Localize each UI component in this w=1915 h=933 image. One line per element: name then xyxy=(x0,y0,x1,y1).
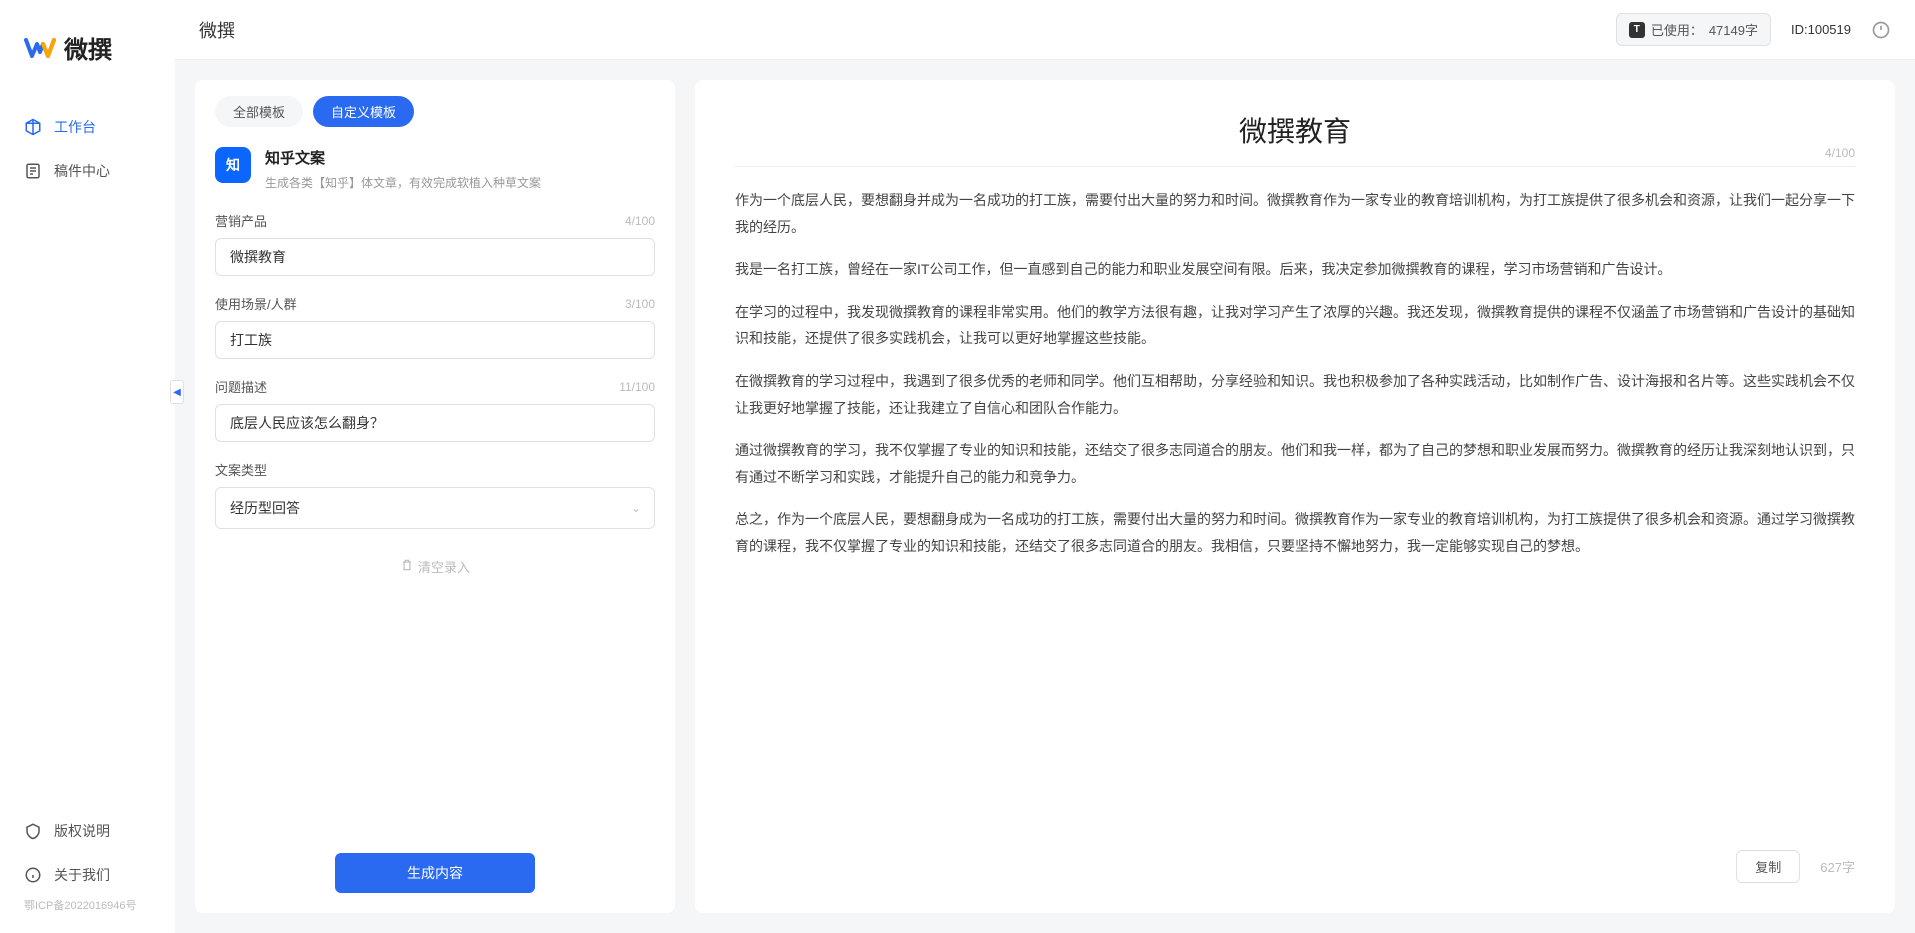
tab-custom-templates[interactable]: 自定义模板 xyxy=(313,96,414,127)
template-title: 知乎文案 xyxy=(265,147,541,168)
field-label: 营销产品 xyxy=(215,211,267,230)
form-panel: 全部模板 自定义模板 知 知乎文案 生成各类【知乎】体文章，有效完成软植入种草文… xyxy=(195,80,675,913)
generate-row: 生成内容 xyxy=(195,833,675,913)
output-footer: 复制 627字 xyxy=(735,834,1855,883)
output-paragraph: 通过微撰教育的学习，我不仅掌握了专业的知识和技能，还结交了很多志同道合的朋友。他… xyxy=(735,437,1855,490)
field-label: 文案类型 xyxy=(215,460,267,479)
doc-icon xyxy=(24,162,42,180)
page-title: 微撰 xyxy=(199,17,235,43)
output-body: 作为一个底层人民，要想翻身并成为一名成功的打工族，需要付出大量的努力和时间。微撰… xyxy=(735,187,1855,834)
char-count: 3/100 xyxy=(625,297,655,311)
product-input[interactable] xyxy=(215,238,655,276)
scene-input[interactable] xyxy=(215,321,655,359)
usage-badge[interactable]: T 已使用： 47149字 xyxy=(1616,13,1771,46)
sidebar-bottom: 版权说明 关于我们 鄂ICP备2022016946号 xyxy=(0,809,175,933)
info-icon xyxy=(24,866,42,884)
template-header: 知 知乎文案 生成各类【知乎】体文章，有效完成软植入种草文案 xyxy=(195,127,675,211)
cube-icon xyxy=(24,118,42,136)
top-bar: 微撰 T 已使用： 47149字 ID:100519 xyxy=(175,0,1915,60)
output-paragraph: 在微撰教育的学习过程中，我遇到了很多优秀的老师和同学。他们互相帮助，分享经验和知… xyxy=(735,368,1855,421)
nav-item-label: 关于我们 xyxy=(54,865,110,885)
output-title-row: 微撰教育 4/100 xyxy=(735,110,1855,167)
shield-icon xyxy=(24,822,42,840)
field-label: 问题描述 xyxy=(215,377,267,396)
output-title-count: 4/100 xyxy=(1825,146,1855,160)
sidebar: 微撰 工作台 稿件中心 版权说明 xyxy=(0,0,175,933)
nav-item-label: 工作台 xyxy=(54,117,96,137)
logo-text: 微撰 xyxy=(64,30,112,65)
nav-item-label: 稿件中心 xyxy=(54,161,110,181)
content-grid: 全部模板 自定义模板 知 知乎文案 生成各类【知乎】体文章，有效完成软植入种草文… xyxy=(175,60,1915,933)
logo[interactable]: 微撰 xyxy=(0,30,175,105)
sidebar-collapse[interactable]: ◀ xyxy=(170,380,184,404)
copy-button[interactable]: 复制 xyxy=(1736,850,1800,883)
word-count: 627字 xyxy=(1820,857,1855,876)
field-type: 文案类型 经历型回答 ⌄ xyxy=(215,460,655,529)
usage-value: 47149字 xyxy=(1709,20,1758,39)
clear-input-link[interactable]: 清空录入 xyxy=(215,547,655,586)
tabs: 全部模板 自定义模板 xyxy=(195,80,675,127)
icp-text: 鄂ICP备2022016946号 xyxy=(0,897,175,913)
field-scene: 使用场景/人群 3/100 xyxy=(215,294,655,359)
output-paragraph: 总之，作为一个底层人民，要想翻身成为一名成功的打工族，需要付出大量的努力和时间。… xyxy=(735,506,1855,559)
form-area: 营销产品 4/100 使用场景/人群 3/100 xyxy=(195,211,675,833)
output-paragraph: 我是一名打工族，曾经在一家IT公司工作，但一直感到自己的能力和职业发展空间有限。… xyxy=(735,256,1855,283)
char-count: 11/100 xyxy=(619,380,655,394)
output-title: 微撰教育 xyxy=(735,110,1855,150)
template-desc: 生成各类【知乎】体文章，有效完成软植入种草文案 xyxy=(265,174,541,191)
zhihu-icon: 知 xyxy=(215,147,251,183)
output-paragraph: 在学习的过程中，我发现微撰教育的课程非常实用。他们的教学方法很有趣，让我对学习产… xyxy=(735,299,1855,352)
output-paragraph: 作为一个底层人民，要想翻身并成为一名成功的打工族，需要付出大量的努力和时间。微撰… xyxy=(735,187,1855,240)
type-select[interactable]: 经历型回答 xyxy=(215,487,655,529)
nav-item-copyright[interactable]: 版权说明 xyxy=(0,809,175,853)
field-label: 使用场景/人群 xyxy=(215,294,297,313)
logo-icon xyxy=(24,32,56,64)
field-problem: 问题描述 11/100 xyxy=(215,377,655,442)
output-panel: 微撰教育 4/100 作为一个底层人民，要想翻身并成为一名成功的打工族，需要付出… xyxy=(695,80,1895,913)
nav-item-label: 版权说明 xyxy=(54,821,110,841)
problem-input[interactable] xyxy=(215,404,655,442)
usage-label: 已使用： xyxy=(1651,20,1703,39)
power-icon[interactable] xyxy=(1871,20,1891,40)
nav-item-about[interactable]: 关于我们 xyxy=(0,853,175,897)
nav-item-workbench[interactable]: 工作台 xyxy=(0,105,175,149)
user-id: ID:100519 xyxy=(1791,22,1851,37)
field-product: 营销产品 4/100 xyxy=(215,211,655,276)
generate-button[interactable]: 生成内容 xyxy=(335,853,535,893)
text-icon: T xyxy=(1629,22,1645,38)
char-count: 4/100 xyxy=(625,214,655,228)
nav-items: 工作台 稿件中心 xyxy=(0,105,175,809)
tab-all-templates[interactable]: 全部模板 xyxy=(215,96,303,127)
nav-item-drafts[interactable]: 稿件中心 xyxy=(0,149,175,193)
main-area: 微撰 T 已使用： 47149字 ID:100519 全部模板 自定义模板 xyxy=(175,0,1915,933)
trash-icon xyxy=(400,558,414,575)
